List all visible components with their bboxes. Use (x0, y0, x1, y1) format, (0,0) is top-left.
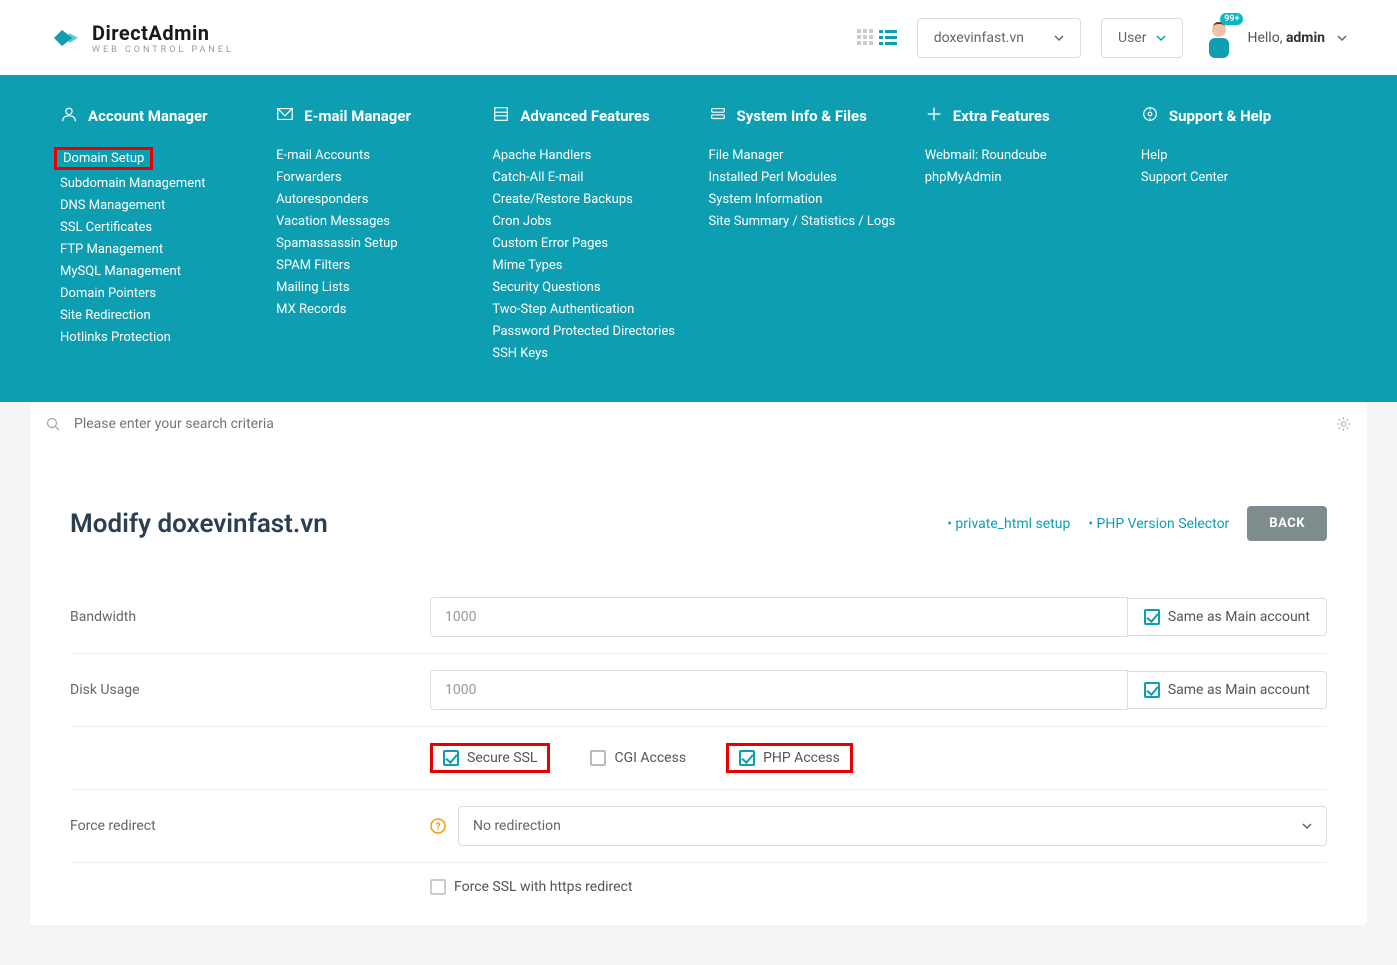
checkbox-icon (443, 750, 459, 766)
nav-link[interactable]: Webmail: Roundcube (925, 147, 1121, 164)
nav-link[interactable]: Spamassassin Setup (276, 235, 472, 252)
cgi-access-checkbox[interactable]: CGI Access (580, 743, 696, 773)
gear-icon[interactable] (1336, 417, 1351, 432)
nav-col-3[interactable]: System Info & Files (709, 105, 905, 127)
logo-icon (50, 22, 82, 54)
nav-link[interactable]: Site Summary / Statistics / Logs (709, 213, 905, 230)
php-version-selector-link[interactable]: • PHP Version Selector (1088, 516, 1229, 532)
list-view-icon[interactable] (879, 29, 897, 47)
nav-col-icon (276, 105, 294, 127)
help-icon[interactable]: ? (430, 818, 446, 834)
svg-text:?: ? (436, 822, 441, 833)
nav-link[interactable]: E-mail Accounts (276, 147, 472, 164)
nav-link[interactable]: SSH Keys (492, 345, 688, 362)
role-selector[interactable]: User (1101, 18, 1183, 58)
role-selector-value: User (1118, 30, 1146, 46)
force-redirect-label: Force redirect (70, 818, 430, 834)
secure-ssl-checkbox[interactable]: Secure SSL (430, 743, 550, 773)
nav-col-2[interactable]: Advanced Features (492, 105, 688, 127)
nav-link[interactable]: SSL Certificates (60, 219, 256, 236)
nav-link[interactable]: Vacation Messages (276, 213, 472, 230)
nav-link[interactable]: FTP Management (60, 241, 256, 258)
force-ssl-checkbox[interactable]: Force SSL with https redirect (430, 879, 632, 895)
nav-link[interactable]: Autoresponders (276, 191, 472, 208)
nav-link[interactable]: Custom Error Pages (492, 235, 688, 252)
back-button[interactable]: BACK (1247, 506, 1327, 541)
checkbox-icon (590, 750, 606, 766)
domain-selector[interactable]: doxevinfast.vn (917, 18, 1081, 58)
search-bar (30, 402, 1367, 446)
brand-name: DirectAdmin (92, 21, 234, 45)
nav-link[interactable]: Installed Perl Modules (709, 169, 905, 186)
nav-link[interactable]: Forwarders (276, 169, 472, 186)
nav-link[interactable]: phpMyAdmin (925, 169, 1121, 186)
page-title: Modify doxevinfast.vn (70, 509, 328, 539)
nav-link[interactable]: Site Redirection (60, 307, 256, 324)
bandwidth-label: Bandwidth (70, 609, 430, 625)
nav-link[interactable]: Catch-All E-mail (492, 169, 688, 186)
checkbox-icon (1144, 682, 1160, 698)
chevron-down-icon (1302, 821, 1312, 831)
grid-view-icon[interactable] (857, 29, 875, 47)
nav-link[interactable]: Two-Step Authentication (492, 301, 688, 318)
nav-link[interactable]: MySQL Management (60, 263, 256, 280)
nav-col-icon (925, 105, 943, 127)
nav-link[interactable]: Support Center (1141, 169, 1337, 186)
chevron-down-icon (1337, 33, 1347, 43)
nav-link[interactable]: Hotlinks Protection (60, 329, 256, 346)
disk-same-checkbox[interactable]: Same as Main account (1128, 671, 1327, 709)
nav-col-0[interactable]: Account Manager (60, 105, 256, 127)
nav-col-icon (60, 105, 78, 127)
nav-link[interactable]: MX Records (276, 301, 472, 318)
checkbox-icon (739, 750, 755, 766)
view-switcher (857, 29, 897, 47)
greeting: Hello, admin (1247, 30, 1325, 46)
force-redirect-select[interactable]: No redirection (458, 806, 1327, 846)
nav-link[interactable]: Mailing Lists (276, 279, 472, 296)
avatar: 99+ (1203, 18, 1235, 58)
nav-link[interactable]: Password Protected Directories (492, 323, 688, 340)
search-input[interactable] (30, 402, 1367, 446)
nav-link[interactable]: Cron Jobs (492, 213, 688, 230)
nav-link[interactable]: Apache Handlers (492, 147, 688, 164)
nav-link[interactable]: Domain Pointers (60, 285, 256, 302)
nav-col-4[interactable]: Extra Features (925, 105, 1121, 127)
nav-link[interactable]: Help (1141, 147, 1337, 164)
disk-usage-input[interactable] (430, 670, 1128, 710)
domain-selector-value: doxevinfast.vn (934, 30, 1024, 46)
chevron-down-icon (1054, 33, 1064, 43)
brand-subtitle: web control panel (92, 45, 234, 55)
nav-col-1[interactable]: E-mail Manager (276, 105, 472, 127)
nav-col-icon (1141, 105, 1159, 127)
nav-link[interactable]: Subdomain Management (60, 175, 256, 192)
nav-link[interactable]: System Information (709, 191, 905, 208)
nav-link[interactable]: File Manager (709, 147, 905, 164)
checkbox-icon (430, 879, 446, 895)
nav-col-icon (492, 105, 510, 127)
nav-link[interactable]: SPAM Filters (276, 257, 472, 274)
nav-col-5[interactable]: Support & Help (1141, 105, 1337, 127)
private-html-setup-link[interactable]: • private_html setup (947, 516, 1070, 532)
search-icon (46, 417, 60, 431)
nav-link[interactable]: Domain Setup (54, 147, 153, 170)
bandwidth-input[interactable] (430, 597, 1128, 637)
nav-link[interactable]: Mime Types (492, 257, 688, 274)
user-menu[interactable]: 99+ Hello, admin (1203, 18, 1347, 58)
nav-link[interactable]: Security Questions (492, 279, 688, 296)
bandwidth-same-checkbox[interactable]: Same as Main account (1128, 598, 1327, 636)
disk-usage-label: Disk Usage (70, 682, 430, 698)
checkbox-icon (1144, 609, 1160, 625)
nav-link[interactable]: DNS Management (60, 197, 256, 214)
nav-link[interactable]: Create/Restore Backups (492, 191, 688, 208)
nav-col-icon (709, 105, 727, 127)
php-access-checkbox[interactable]: PHP Access (726, 743, 853, 773)
chevron-down-icon (1156, 33, 1166, 43)
notification-badge: 99+ (1220, 13, 1243, 25)
logo[interactable]: DirectAdmin web control panel (50, 21, 234, 55)
